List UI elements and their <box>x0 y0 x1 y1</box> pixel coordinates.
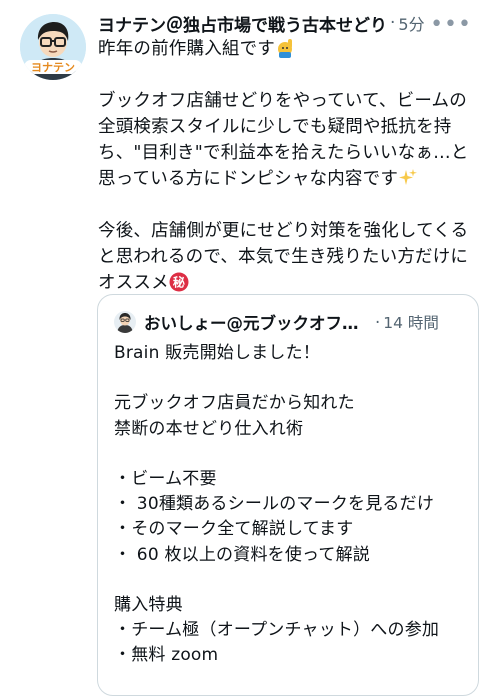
quoted-line <box>114 366 470 391</box>
paragraph1-line-3: ち、"目利き"で利益本を拾えたらいいなぁ…と <box>98 143 469 163</box>
quoted-timestamp[interactable]: 14 時間 <box>383 311 439 333</box>
svg-text:秘: 秘 <box>173 275 185 290</box>
quoted-line: ・無料 zoom <box>114 645 219 666</box>
tweet-header: ヨナテン＠独占市場で戦う古本せどり · 5分 ••• <box>98 10 490 37</box>
avatar-label: ヨナテン <box>31 61 75 74</box>
intro-text: 昨年の前作購入組です <box>98 39 275 59</box>
quoted-line: ・ 60 枚以上の資料を使って解説 <box>114 544 370 565</box>
quoted-line: 元ブックオフ店員だから知れた <box>114 393 355 414</box>
separator-dot: · <box>390 13 396 33</box>
paragraph2-line-2: と思われるので、本気で生き残りたい方だけに <box>98 247 469 267</box>
tweet-intro-line: 昨年の前作購入組です <box>98 36 490 62</box>
tweet-body: 昨年の前作購入組です ブックオフ店舗せどりをやっていて、ビームの 全頭検索スタイ… <box>98 36 490 296</box>
more-options-icon[interactable]: ••• <box>430 12 472 37</box>
author-name[interactable]: ヨナテン＠独占市場で戦う古本せどり <box>98 11 387 36</box>
quoted-tweet-body: Brain 販売開始しました！ 元ブックオフ店員だから知れた 禁断の本せどり仕入… <box>114 341 470 669</box>
raise-hand-emoji-icon <box>275 38 295 58</box>
quoted-line: Brain 販売開始しました！ <box>114 343 320 363</box>
sparkles-emoji-icon <box>398 168 418 188</box>
quoted-line: 購入特典 <box>114 595 183 616</box>
quoted-line <box>114 442 470 467</box>
quoted-line: ・ビーム不要 <box>114 469 217 490</box>
paragraph2-line-1: 今後、店舗側が更にせどり対策を強化してくる <box>98 221 469 241</box>
paragraph2-line-3-text: オススメ <box>98 273 169 293</box>
paragraph1-line-2: 全頭検索スタイルに少しでも疑問や抵抗を持 <box>98 117 452 137</box>
quoted-tweet-card[interactable]: おいしょー@元ブックオフ店員 · 14 時間 Brain 販売開始しました！ 元… <box>97 294 479 696</box>
paragraph1-line-1: ブックオフ店舗せどりをやっていて、ビームの <box>98 91 467 111</box>
quoted-line: ・チーム極（オープンチャット）への参加 <box>114 620 440 641</box>
paragraph2-line-3: オススメ秘 <box>98 270 490 296</box>
quoted-separator-dot: · <box>375 312 381 332</box>
paragraph1-line-4: 思っている方にドンピシャな内容です <box>98 166 490 192</box>
secret-emoji-icon: 秘 <box>169 272 189 292</box>
author-avatar[interactable]: ヨナテン <box>20 14 86 80</box>
paragraph1-line-4-text: 思っている方にドンピシャな内容です <box>98 169 399 189</box>
quoted-author-name[interactable]: おいしょー@元ブックオフ店員 <box>144 310 372 334</box>
quoted-line: 禁断の本せどり仕入れ術 <box>114 418 304 439</box>
quoted-avatar-illustration <box>114 311 136 333</box>
quoted-line: ・ 30種類あるシールのマークを見るだけ <box>114 494 435 515</box>
quoted-line: ・そのマーク全て解説してます <box>114 519 354 540</box>
quoted-author-avatar[interactable] <box>114 311 136 333</box>
avatar-illustration: ヨナテン <box>20 14 86 80</box>
quoted-line <box>114 568 470 593</box>
tweet-timestamp[interactable]: 5分 <box>398 11 424 35</box>
quoted-tweet-header: おいしょー@元ブックオフ店員 · 14 時間 <box>114 309 468 335</box>
